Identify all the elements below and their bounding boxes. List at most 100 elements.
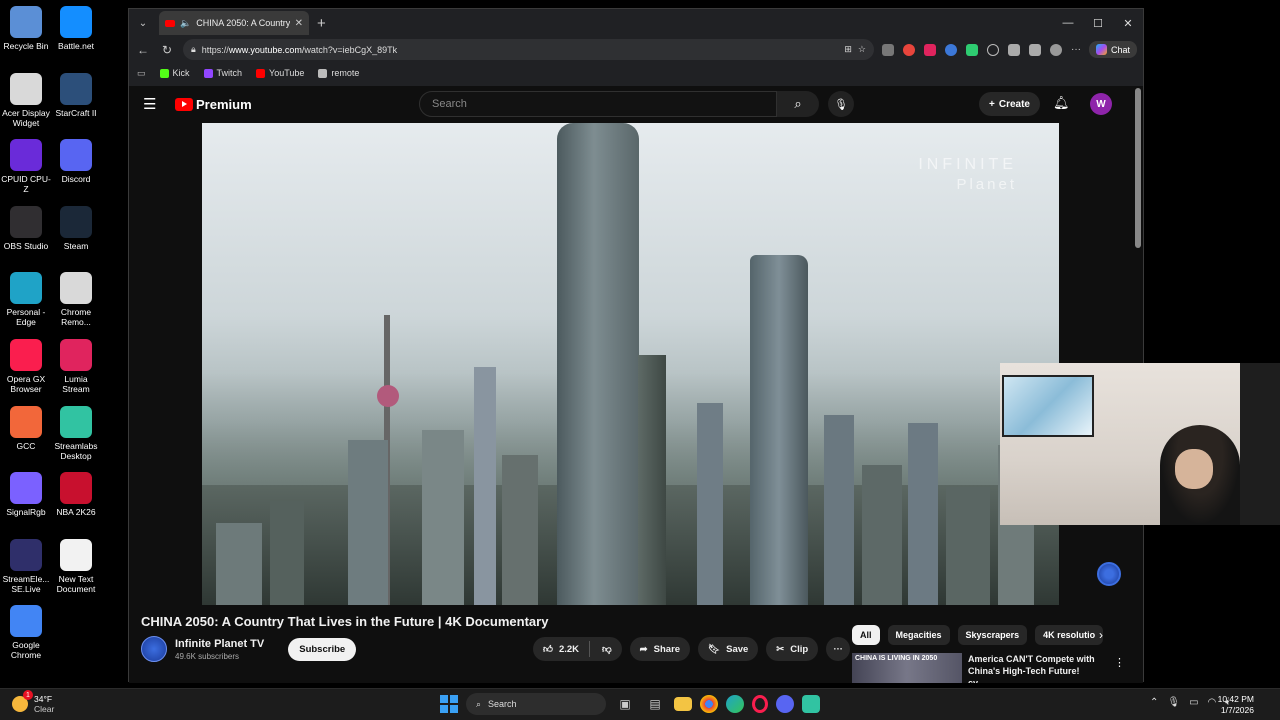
bookmark-favicon-icon bbox=[256, 68, 266, 78]
copilot-chat-button[interactable]: Chat bbox=[1088, 41, 1137, 58]
start-button[interactable] bbox=[440, 695, 458, 713]
notifications-bell-icon[interactable]: 🔔︎ bbox=[1053, 95, 1070, 111]
more-actions-button[interactable]: ··· bbox=[826, 637, 851, 661]
filter-chip[interactable]: Skyscrapers bbox=[957, 625, 1028, 645]
create-button[interactable]: + Create bbox=[979, 92, 1040, 116]
desktop-icon[interactable]: Streamlabs Desktop bbox=[51, 405, 101, 461]
youtube-logo[interactable]: Premium bbox=[175, 97, 252, 112]
task-view-icon[interactable]: ▣ bbox=[614, 693, 636, 715]
bookmark-item[interactable]: Twitch bbox=[203, 68, 242, 78]
tab-list-button[interactable]: ⌄ bbox=[133, 13, 153, 33]
menu-hamburger-icon[interactable]: ☰ bbox=[143, 95, 161, 113]
desktop-icon[interactable]: Opera GX Browser bbox=[1, 339, 51, 394]
profile-icon[interactable] bbox=[1049, 43, 1062, 56]
filter-chip[interactable]: 4K resolutio bbox=[1035, 625, 1104, 645]
page-scrollbar[interactable] bbox=[1135, 88, 1141, 248]
thumbs-down-icon[interactable]: 👎︎ bbox=[596, 643, 618, 655]
desktop-icon[interactable]: Google Chrome bbox=[1, 605, 51, 660]
filter-chip[interactable]: All bbox=[852, 625, 880, 645]
video-player[interactable]: INFINITE Planet bbox=[202, 123, 1059, 605]
address-bar[interactable]: 🔒︎ https://www.youtube.com/watch?v=iebCg… bbox=[183, 39, 874, 60]
like-button[interactable]: 👍︎ 2.2K 👎︎ bbox=[533, 637, 622, 661]
minimize-button[interactable]: — bbox=[1053, 17, 1083, 30]
desktop-icon[interactable]: StreamEle... SE.Live bbox=[1, 538, 51, 594]
desktop-icon[interactable]: GCC bbox=[1, 405, 51, 451]
recommended-video[interactable]: CHINA IS LIVING IN 2050 America CAN'T Co… bbox=[852, 653, 1098, 683]
desktop-icon[interactable]: Recycle Bin bbox=[1, 6, 51, 51]
desktop-icon[interactable]: Steam bbox=[51, 205, 101, 251]
skyscraper bbox=[422, 430, 464, 605]
desktop-icon[interactable]: Personal - Edge bbox=[1, 272, 51, 327]
desktop-icon[interactable]: Chrome Remo... bbox=[51, 272, 101, 327]
edge-icon bbox=[10, 272, 42, 305]
favorites-icon[interactable] bbox=[1028, 43, 1041, 56]
discord-icon[interactable] bbox=[776, 695, 794, 713]
chevron-up-icon[interactable]: ⌃ bbox=[1150, 697, 1158, 708]
weather-widget[interactable]: 1 34°F Clear bbox=[12, 690, 54, 714]
desktop-icon[interactable]: Discord bbox=[51, 139, 101, 184]
refresh-extension-icon[interactable] bbox=[986, 43, 999, 56]
voice-search-button[interactable]: 🎙︎ bbox=[828, 91, 854, 117]
subscribe-button[interactable]: Subscribe bbox=[288, 637, 357, 661]
channel-name[interactable]: Infinite Planet TV bbox=[175, 638, 264, 650]
bookmark-item[interactable]: YouTube bbox=[256, 68, 304, 78]
tab-active[interactable]: 🔈 CHINA 2050: A Country That L ✕ bbox=[159, 11, 309, 35]
file-explorer-icon[interactable] bbox=[674, 697, 692, 711]
wifi-icon[interactable]: ◠ bbox=[1208, 697, 1217, 708]
desktop-icon[interactable]: Lumia Stream bbox=[51, 339, 101, 394]
streamlabs-icon[interactable] bbox=[802, 695, 820, 713]
recommended-more-icon[interactable]: ⋮ bbox=[1114, 656, 1125, 669]
desktop-icon[interactable]: New Text Document bbox=[51, 538, 101, 594]
extension-icon[interactable] bbox=[965, 43, 978, 56]
desktop-icon[interactable]: Acer Display Widget bbox=[1, 72, 51, 128]
url-text: https://www.youtube.com/watch?v=iebCgX_8… bbox=[201, 44, 398, 55]
extension-icon[interactable] bbox=[923, 43, 936, 56]
favorite-star-icon[interactable]: ☆ bbox=[858, 44, 866, 55]
desktop-icon[interactable]: CPUID CPU-Z bbox=[1, 139, 51, 194]
share-button[interactable]: ➦ Share bbox=[629, 637, 691, 661]
edge-icon[interactable] bbox=[726, 695, 744, 713]
desktop-icon[interactable]: OBS Studio bbox=[1, 205, 51, 251]
opera-gx-icon[interactable] bbox=[752, 695, 768, 713]
desktop-icon[interactable]: SignalRgb bbox=[1, 472, 51, 517]
bookmarks-bar: ▭ Kick Twitch YouTube remote bbox=[129, 62, 1143, 84]
desktop-icon[interactable]: Battle.net bbox=[51, 6, 101, 51]
taskbar-search[interactable]: ⌕ Search bbox=[466, 693, 606, 715]
sun-icon: 1 bbox=[12, 690, 33, 712]
filter-chip[interactable]: Megacities bbox=[887, 625, 950, 645]
chevron-right-icon[interactable]: › bbox=[1099, 628, 1103, 642]
microphone-icon[interactable]: 🎙︎ bbox=[1167, 697, 1180, 708]
desktop-icon[interactable]: StarCraft II bbox=[51, 72, 101, 118]
new-tab-button[interactable]: + bbox=[317, 15, 326, 32]
skyscraper bbox=[474, 367, 496, 605]
refresh-button[interactable]: ↻ bbox=[159, 43, 175, 57]
search-input[interactable]: Search bbox=[419, 91, 777, 117]
widgets-icon[interactable]: ▤ bbox=[644, 693, 666, 715]
save-button[interactable]: 🔖︎ Save bbox=[698, 637, 759, 661]
channel-watermark-globe-icon[interactable] bbox=[1097, 562, 1121, 586]
maximize-button[interactable]: ☐ bbox=[1083, 17, 1113, 30]
account-avatar[interactable]: W bbox=[1090, 93, 1112, 115]
bookmark-item[interactable]: remote bbox=[318, 68, 359, 78]
app-available-icon[interactable]: ⊞ bbox=[844, 44, 852, 55]
chrome-icon[interactable] bbox=[700, 695, 718, 713]
bookmark-item[interactable]: Kick bbox=[159, 68, 190, 78]
back-button[interactable]: ← bbox=[135, 43, 151, 57]
recommended-thumbnail[interactable]: CHINA IS LIVING IN 2050 bbox=[852, 653, 962, 683]
speaker-icon[interactable]: 🔈 bbox=[180, 18, 191, 29]
channel-avatar[interactable] bbox=[141, 636, 167, 662]
search-button[interactable]: ⌕ bbox=[777, 91, 819, 117]
display-icon[interactable]: ▭ bbox=[1189, 697, 1198, 708]
close-tab-icon[interactable]: ✕ bbox=[295, 18, 303, 29]
desktop-icon[interactable]: NBA 2K26 bbox=[51, 472, 101, 517]
clock[interactable]: 10:42 PM 1/7/2026 bbox=[1218, 694, 1254, 716]
extension-icon[interactable] bbox=[902, 43, 915, 56]
recommended-title[interactable]: America CAN'T Compete with China's High-… bbox=[968, 653, 1098, 683]
reading-view-icon[interactable]: ▭ bbox=[137, 68, 146, 79]
extension-icon[interactable] bbox=[881, 43, 894, 56]
more-menu-icon[interactable]: ··· bbox=[1071, 44, 1081, 56]
extensions-puzzle-icon[interactable] bbox=[1007, 43, 1020, 56]
extension-icon[interactable] bbox=[944, 43, 957, 56]
close-window-button[interactable]: ✕ bbox=[1113, 17, 1143, 30]
clip-button[interactable]: ✂ Clip bbox=[766, 637, 819, 661]
